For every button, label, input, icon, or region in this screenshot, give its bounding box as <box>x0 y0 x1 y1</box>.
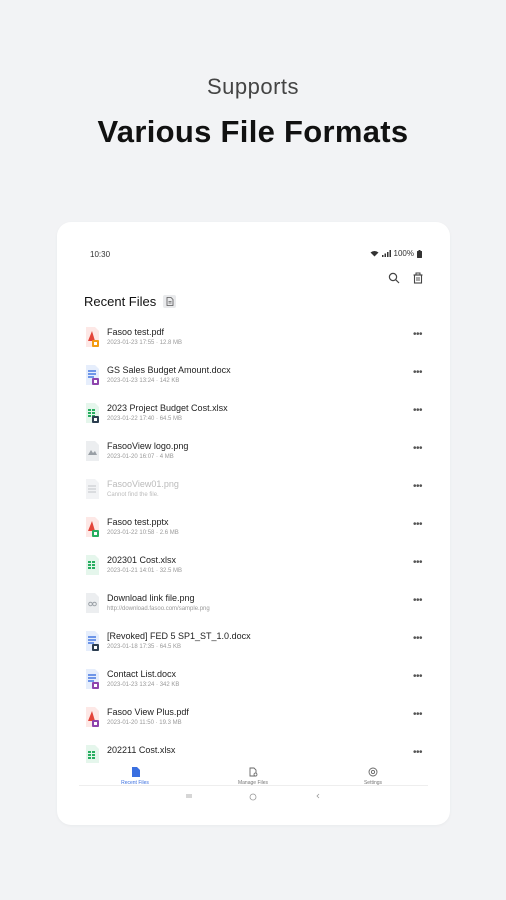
wifi-icon <box>370 251 379 257</box>
signal-icon <box>381 250 391 257</box>
file-meta: 2023-01-21 14:01 · 32.5 MB <box>107 568 183 574</box>
file-list-item[interactable]: GS Sales Budget Amount.docx 2023-01-23 13… <box>57 357 450 395</box>
nav-recent-files[interactable]: Recent Files <box>105 767 165 786</box>
link-file-icon <box>84 593 100 613</box>
png-file-icon <box>84 441 100 461</box>
system-nav-bar <box>57 791 450 805</box>
docx-file-icon <box>84 669 100 689</box>
pptx-file-icon <box>84 517 100 537</box>
file-name: 202211 Cost.xlsx <box>107 745 176 755</box>
file-meta: Cannot find the file. <box>107 492 159 498</box>
file-name: GS Sales Budget Amount.docx <box>107 365 231 375</box>
docx-file-icon <box>84 631 100 651</box>
xlsx-file-icon <box>84 745 100 765</box>
more-options-icon[interactable]: ••• <box>413 748 423 758</box>
file-meta: 2023-01-22 10:58 · 2.6 MB <box>107 530 179 536</box>
docx-file-icon <box>84 365 100 385</box>
file-name: 202301 Cost.xlsx <box>107 555 177 565</box>
status-bar: 10:30 100% <box>57 222 450 259</box>
file-meta: 2023-01-20 11:50 · 19.3 MB <box>107 720 182 726</box>
file-name: [Revoked] FED 5 SP1_ST_1.0.docx <box>107 631 251 641</box>
section-header: Recent Files <box>84 294 177 309</box>
file-meta: 2023-01-18 17:35 · 64.5 KB <box>107 644 182 650</box>
nav-manage-files[interactable]: Manage Files <box>223 767 283 786</box>
more-options-icon[interactable]: ••• <box>413 444 423 454</box>
more-options-icon[interactable]: ••• <box>413 330 423 340</box>
file-name: FasooView logo.png <box>107 441 189 451</box>
device-screen: 10:30 100% Recent Files Fasoo test.pdf 20… <box>57 222 450 825</box>
file-name: FasooView01.png <box>107 479 179 489</box>
status-time: 10:30 <box>90 250 111 259</box>
more-options-icon[interactable]: ••• <box>413 558 423 568</box>
file-meta: 2023-01-23 17:55 · 12.8 MB <box>107 340 183 346</box>
file-list-item[interactable]: 202301 Cost.xlsx 2023-01-21 14:01 · 32.5 … <box>57 547 450 585</box>
folder-icon <box>249 767 258 777</box>
file-name: Fasoo test.pptx <box>107 517 169 527</box>
battery-icon <box>417 249 422 258</box>
more-options-icon[interactable]: ••• <box>413 596 423 606</box>
file-list-item[interactable]: Contact List.docx 2023-01-23 13:24 · 342 … <box>57 661 450 699</box>
file-meta: 2023-01-22 17:40 · 64.5 MB <box>107 416 183 422</box>
file-name: Fasoo View Plus.pdf <box>107 707 189 717</box>
file-list: Fasoo test.pdf 2023-01-23 17:55 · 12.8 MB… <box>57 319 450 775</box>
file-list-item[interactable]: 2023 Project Budget Cost.xlsx 2023-01-22 … <box>57 395 450 433</box>
more-options-icon[interactable]: ••• <box>413 520 423 530</box>
nav-settings[interactable]: Settings <box>343 767 403 786</box>
trash-icon[interactable] <box>412 272 424 284</box>
file-meta: 2023-01-20 16:07 · 4 MB <box>107 454 174 460</box>
document-icon[interactable] <box>163 295 177 308</box>
file-list-item[interactable]: FasooView01.png Cannot find the file. ••• <box>57 471 450 509</box>
file-name: Contact List.docx <box>107 669 177 679</box>
toolbar <box>388 272 424 284</box>
file-name: 2023 Project Budget Cost.xlsx <box>107 403 228 413</box>
search-icon[interactable] <box>388 272 400 284</box>
file-icon <box>131 767 140 777</box>
file-list-item[interactable]: Download link file.png http://download.fa… <box>57 585 450 623</box>
file-list-item[interactable]: Fasoo test.pptx 2023-01-22 10:58 · 2.6 MB… <box>57 509 450 547</box>
file-list-item[interactable]: Fasoo View Plus.pdf 2023-01-20 11:50 · 19… <box>57 699 450 737</box>
more-options-icon[interactable]: ••• <box>413 672 423 682</box>
more-options-icon[interactable]: ••• <box>413 634 423 644</box>
hero-subtitle: Supports <box>206 74 300 99</box>
file-list-item[interactable]: Fasoo test.pdf 2023-01-23 17:55 · 12.8 MB… <box>57 319 450 357</box>
hero-title: Various File Formats <box>97 114 409 149</box>
file-meta: 2023-01-23 13:24 · 342 KB <box>107 682 180 688</box>
more-options-icon[interactable]: ••• <box>413 482 423 492</box>
gear-icon <box>368 767 378 777</box>
file-file-icon <box>84 479 100 499</box>
file-list-item[interactable]: [Revoked] FED 5 SP1_ST_1.0.docx 2023-01-1… <box>57 623 450 661</box>
more-options-icon[interactable]: ••• <box>413 710 423 720</box>
pdf-file-icon <box>84 327 100 347</box>
file-name: Download link file.png <box>107 593 195 603</box>
file-meta: 2023-01-23 13:24 · 142 KB <box>107 378 180 384</box>
status-indicators: 100% <box>370 249 422 258</box>
bottom-nav: Recent Files Manage Files Settings <box>57 763 450 793</box>
file-name: Fasoo test.pdf <box>107 327 165 337</box>
file-list-item[interactable]: FasooView logo.png 2023-01-20 16:07 · 4 M… <box>57 433 450 471</box>
divider <box>79 785 428 786</box>
xlsx-file-icon <box>84 555 100 575</box>
pdf-file-icon <box>84 707 100 727</box>
file-meta: http://download.fasoo.com/sample.png <box>107 606 210 612</box>
section-title: Recent Files <box>84 294 157 309</box>
more-options-icon[interactable]: ••• <box>413 368 423 378</box>
recents-icon[interactable] <box>186 793 192 799</box>
more-options-icon[interactable]: ••• <box>413 406 423 416</box>
home-icon[interactable] <box>249 793 257 801</box>
back-icon[interactable] <box>315 793 321 799</box>
xlsx-file-icon <box>84 403 100 423</box>
battery-percent: 100% <box>393 249 414 258</box>
